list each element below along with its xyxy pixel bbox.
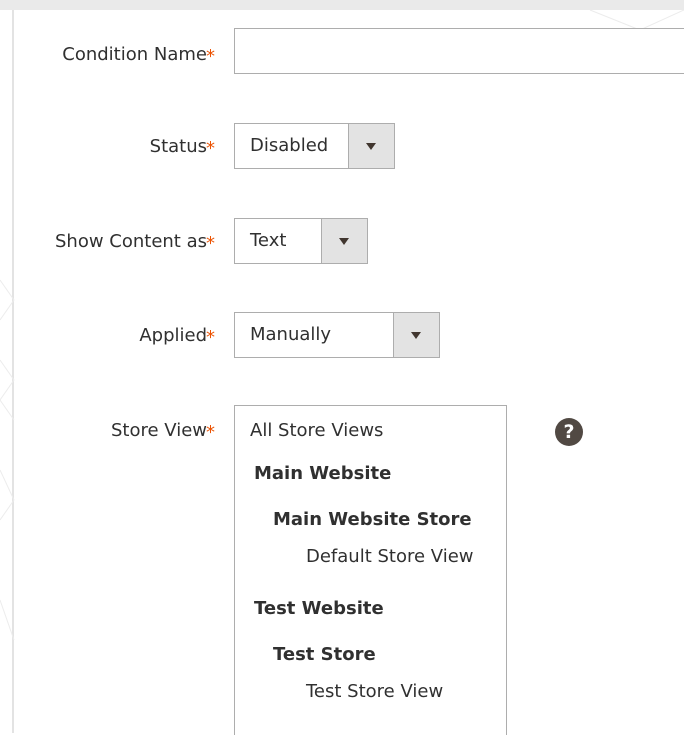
store-view-label: Store View [110, 420, 207, 441]
applied-dropdown-toggle[interactable] [393, 313, 439, 357]
status-row: Status * Disabled [14, 123, 684, 171]
store-view-option[interactable]: Main Website [254, 463, 391, 484]
status-label: Status [149, 136, 207, 157]
required-marker: * [206, 422, 215, 443]
show-content-as-select-value: Text [250, 230, 287, 251]
required-marker: * [206, 233, 215, 254]
show-content-as-row: Show Content as * Text [14, 218, 684, 266]
show-content-as-label: Show Content as [54, 231, 207, 252]
store-view-multiselect[interactable]: All Store Views Main Website Main Websit… [234, 405, 507, 735]
top-border [0, 0, 684, 10]
show-content-as-select[interactable]: Text [234, 218, 368, 264]
condition-name-label: Condition Name [62, 44, 207, 65]
store-view-option[interactable]: Test Store View [306, 681, 443, 702]
store-view-option[interactable]: Main Website Store [273, 509, 472, 530]
applied-select-value: Manually [250, 324, 332, 345]
help-icon[interactable]: ? [555, 418, 583, 446]
status-select-value: Disabled [250, 135, 329, 156]
chevron-down-icon [366, 143, 376, 150]
required-marker: * [206, 46, 215, 67]
condition-name-input[interactable] [234, 28, 684, 74]
applied-select[interactable]: Manually [234, 312, 440, 358]
condition-name-row: Condition Name * [14, 28, 684, 78]
store-view-row: Store View * All Store Views Main Websit… [14, 405, 684, 735]
status-dropdown-toggle[interactable] [348, 124, 394, 168]
required-marker: * [206, 327, 215, 348]
store-view-option[interactable]: Default Store View [306, 546, 474, 567]
store-view-option[interactable]: Test Website [254, 598, 384, 619]
applied-row: Applied * Manually [14, 312, 684, 360]
chevron-down-icon [339, 238, 349, 245]
store-view-option[interactable]: All Store Views [250, 420, 383, 441]
chevron-down-icon [411, 332, 421, 339]
applied-label: Applied [139, 325, 207, 346]
store-view-option[interactable]: Test Store [273, 644, 376, 665]
required-marker: * [206, 138, 215, 159]
status-select[interactable]: Disabled [234, 123, 395, 169]
show-content-as-dropdown-toggle[interactable] [321, 219, 367, 263]
